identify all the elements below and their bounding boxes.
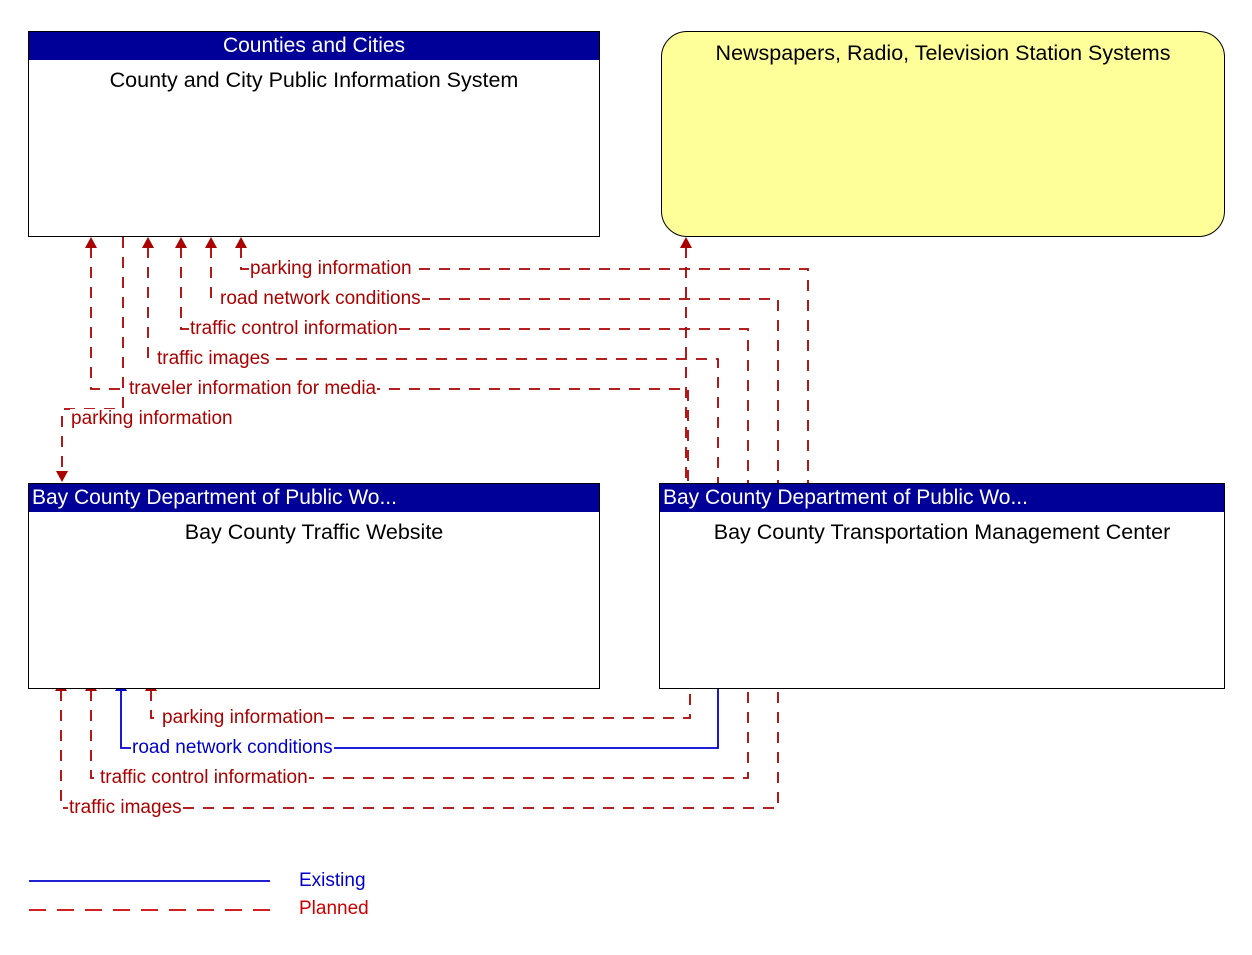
flow-line-parking-information-down <box>56 237 124 482</box>
node-bay-county-transportation-management-center[interactable]: Bay County Department of Public Wo... Ba… <box>659 483 1225 689</box>
node-stakeholder-county-city: Counties and Cities <box>29 32 599 60</box>
node-stakeholder-tmc: Bay County Department of Public Wo... <box>660 484 1224 512</box>
flow-label-lower-traffic-control-information: traffic control information <box>99 767 309 788</box>
legend-label-planned: Planned <box>299 898 369 919</box>
flow-label-lower-parking-information: parking information <box>161 707 325 728</box>
node-newspapers-radio-television-station-systems[interactable]: Newspapers, Radio, Television Station Sy… <box>661 31 1225 237</box>
diagram-canvas: Counties and Cities County and City Publ… <box>0 0 1252 955</box>
flow-label-lower-road-network-conditions: road network conditions <box>131 737 334 758</box>
flow-label-upper-road-network-conditions: road network conditions <box>219 288 422 309</box>
node-name-tmc: Bay County Transportation Management Cen… <box>713 520 1171 544</box>
flow-line-upper-parking-information <box>235 237 809 484</box>
node-name-traffic-website: Bay County Traffic Website <box>184 520 444 544</box>
flow-label-upper-traffic-images: traffic images <box>156 348 271 369</box>
flow-label-upper-traffic-control-information: traffic control information <box>189 318 399 339</box>
legend-label-existing: Existing <box>299 870 366 891</box>
node-name-county-city: County and City Public Information Syste… <box>109 68 519 92</box>
flow-label-upper-parking-information: parking information <box>249 258 413 279</box>
flow-label-lower-traffic-images: traffic images <box>68 797 183 818</box>
flow-label-parking-information-down: parking information <box>70 408 234 429</box>
flow-label-upper-traveler-information-for-media: traveler information for media <box>128 378 378 399</box>
flow-line-upper-road-network-conditions <box>205 237 779 484</box>
flow-line-lower-traffic-control-information <box>85 680 749 779</box>
node-name-media: Newspapers, Radio, Television Station Sy… <box>715 41 1171 65</box>
node-county-and-city-public-information-system[interactable]: Counties and Cities County and City Publ… <box>28 31 600 237</box>
node-stakeholder-traffic-website: Bay County Department of Public Wo... <box>29 484 599 512</box>
node-bay-county-traffic-website[interactable]: Bay County Department of Public Wo... Ba… <box>28 483 600 689</box>
